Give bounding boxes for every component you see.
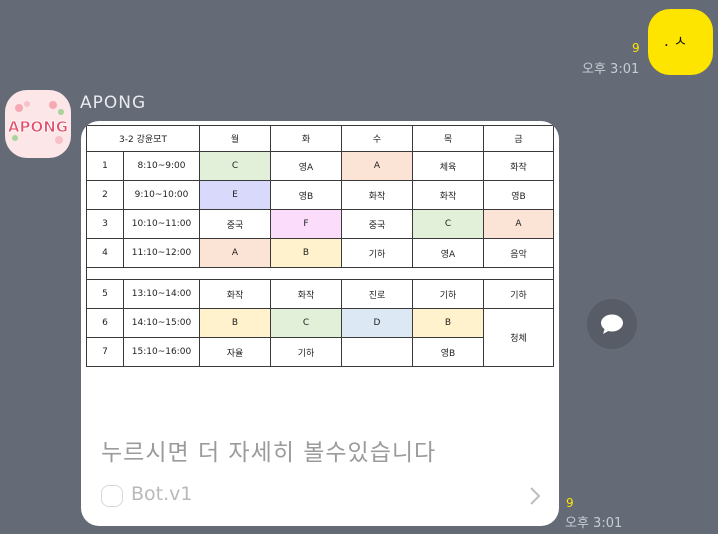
my-message-time: 오후 3:01 <box>582 62 640 77</box>
header-wed: 수 <box>341 125 413 152</box>
period-time: 14:10~15:00 <box>123 308 200 338</box>
bot-icon <box>101 485 123 507</box>
period-number: 4 <box>86 238 124 268</box>
table-cell: 자율 <box>199 337 271 367</box>
table-cell: 음악 <box>483 238 554 268</box>
table-cell: C <box>199 151 271 181</box>
table-cell: 체육 <box>412 151 484 181</box>
period-time: 10:10~11:00 <box>123 209 200 239</box>
table-cell: 영A <box>412 238 484 268</box>
table-cell: 청체 <box>483 308 554 367</box>
header-thu: 목 <box>412 125 484 152</box>
timetable-card[interactable]: 3-2 강윤모T 월 화 수 목 금 1 8:10~9:00 C 영A A 체육… <box>81 121 559 526</box>
table-row: 3 10:10~11:00 중국 F 중국 C A <box>86 209 554 239</box>
sender-name: APONG <box>80 93 147 113</box>
period-time: 8:10~9:00 <box>123 151 200 181</box>
table-cell: E <box>199 180 271 210</box>
lunch-gap-row <box>86 267 554 280</box>
speech-bubble-icon <box>601 314 623 334</box>
timetable-header-row: 3-2 강윤모T 월 화 수 목 금 <box>86 125 554 152</box>
table-cell: B <box>412 308 484 338</box>
lunch-gap-cell <box>86 267 554 280</box>
avatar-logo-text: APONG <box>8 118 68 136</box>
table-cell: 영B <box>412 337 484 367</box>
my-message-unread-count: 9 <box>632 41 640 55</box>
timetable-class-label: 3-2 강윤모T <box>86 125 200 152</box>
table-cell: A <box>341 151 413 181</box>
bot-name[interactable]: Bot.v1 <box>131 483 192 505</box>
timetable: 3-2 강윤모T 월 화 수 목 금 1 8:10~9:00 C 영A A 체육… <box>86 125 554 367</box>
table-row: 2 9:10~10:00 E 영B 화작 화작 영B <box>86 180 554 210</box>
table-cell <box>341 337 413 367</box>
period-number: 5 <box>86 279 124 309</box>
table-row: 5 13:10~14:00 화작 화작 진로 기하 기하 <box>86 279 554 309</box>
header-tue: 화 <box>270 125 342 152</box>
table-cell: 진로 <box>341 279 413 309</box>
table-cell: F <box>270 209 342 239</box>
table-cell: B <box>270 238 342 268</box>
table-cell: D <box>341 308 413 338</box>
table-row: 6 14:10~15:00 B C D B 청체 <box>86 308 554 367</box>
share-button[interactable] <box>587 299 637 349</box>
table-cell: 기하 <box>412 279 484 309</box>
table-row: 1 8:10~9:00 C 영A A 체육 화작 <box>86 151 554 181</box>
table-cell: 화작 <box>483 151 554 181</box>
table-row: 4 11:10~12:00 A B 기하 영A 음악 <box>86 238 554 268</box>
period-number: 1 <box>86 151 124 181</box>
table-cell: 중국 <box>199 209 271 239</box>
table-cell: 기하 <box>483 279 554 309</box>
period-time: 11:10~12:00 <box>123 238 200 268</box>
table-row: 7 15:10~16:00 자율 기하 영B <box>86 337 554 367</box>
chevron-right-icon[interactable] <box>525 485 545 507</box>
my-message-text: . ㅅ <box>664 32 688 50</box>
table-cell: 영B <box>483 180 554 210</box>
table-cell: 화작 <box>412 180 484 210</box>
table-cell: 기하 <box>341 238 413 268</box>
their-message-unread-count: 9 <box>566 496 574 510</box>
table-cell: 화작 <box>199 279 271 309</box>
sender-avatar[interactable]: APONG <box>5 90 71 158</box>
period-time: 9:10~10:00 <box>123 180 200 210</box>
period-number: 7 <box>86 337 124 367</box>
period-time: 13:10~14:00 <box>123 279 200 309</box>
header-fri: 금 <box>483 125 554 152</box>
period-number: 3 <box>86 209 124 239</box>
period-time: 15:10~16:00 <box>123 337 200 367</box>
table-cell: 영B <box>270 180 342 210</box>
their-message-time: 오후 3:01 <box>565 516 623 531</box>
period-number: 2 <box>86 180 124 210</box>
table-cell: 기하 <box>270 337 342 367</box>
card-description: 누르시면 더 자세히 볼수있습니다 <box>101 440 437 466</box>
table-cell: C <box>270 308 342 338</box>
header-mon: 월 <box>199 125 271 152</box>
table-cell: 화작 <box>341 180 413 210</box>
table-cell: A <box>199 238 271 268</box>
period-number: 6 <box>86 308 124 338</box>
table-cell: A <box>483 209 554 239</box>
table-cell: B <box>199 308 271 338</box>
table-cell: 화작 <box>270 279 342 309</box>
table-cell: 영A <box>270 151 342 181</box>
table-cell: C <box>412 209 484 239</box>
table-cell: 중국 <box>341 209 413 239</box>
